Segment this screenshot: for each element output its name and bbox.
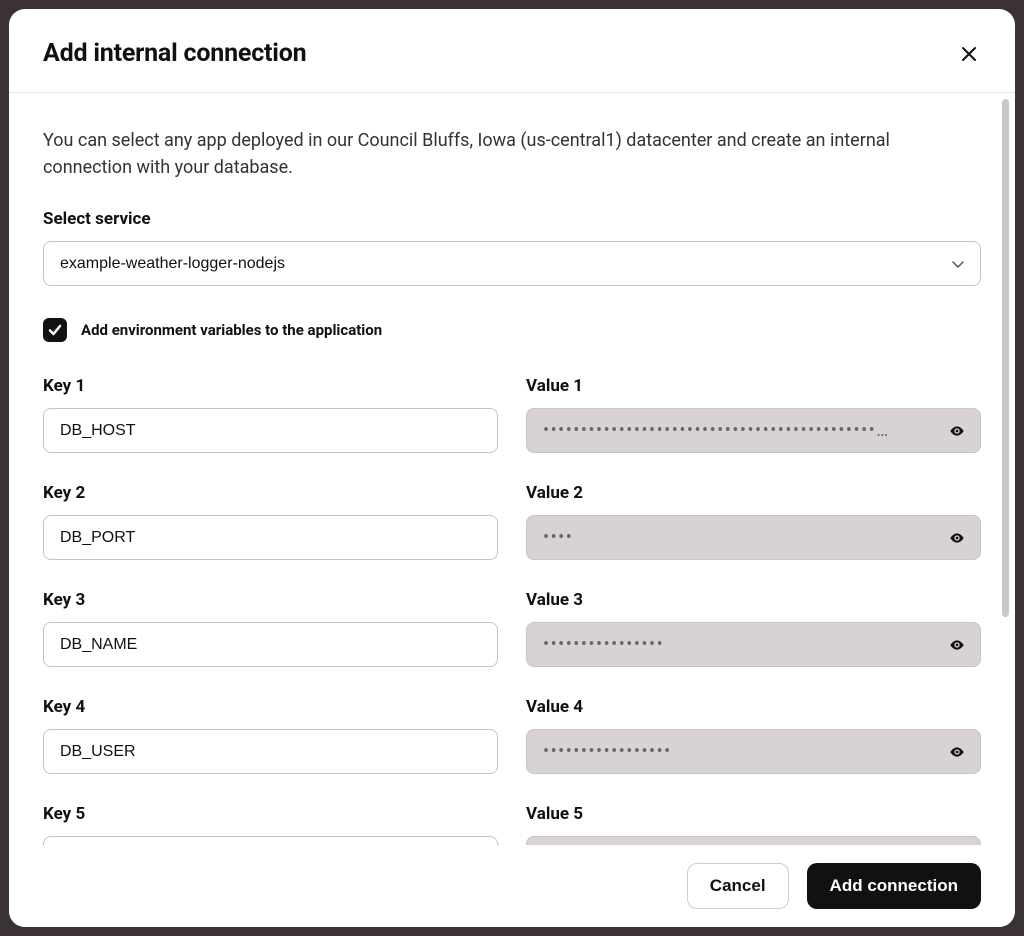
env-var-value-input[interactable] [526, 836, 981, 845]
env-var-key-label: Key 1 [43, 376, 498, 396]
env-var-key-label: Key 3 [43, 590, 498, 610]
scrollbar-track[interactable] [1002, 99, 1009, 839]
select-service-label: Select service [43, 209, 981, 229]
env-var-value-cell: Value 4 [526, 697, 981, 774]
scrollbar-thumb[interactable] [1002, 99, 1009, 617]
env-var-value-input[interactable] [526, 622, 981, 667]
env-var-key-cell: Key 4 [43, 697, 498, 774]
env-var-key-label: Key 4 [43, 697, 498, 717]
env-vars-grid: Key 1 Value 1 Key 2 Value 2 Key 3 Value 3 Key … [43, 376, 981, 845]
env-var-value-input[interactable] [526, 408, 981, 453]
env-var-value-label: Value 1 [526, 376, 981, 396]
env-var-value-wrap [526, 836, 981, 845]
env-var-value-cell: Value 5 [526, 804, 981, 845]
select-service-wrap: example-weather-logger-nodejs [43, 241, 981, 286]
env-var-value-input[interactable] [526, 515, 981, 560]
env-var-key-cell: Key 2 [43, 483, 498, 560]
close-button[interactable] [957, 42, 981, 66]
env-var-value-label: Value 3 [526, 590, 981, 610]
env-vars-checkbox-label[interactable]: Add environment variables to the applica… [81, 321, 382, 339]
cancel-button[interactable]: Cancel [687, 863, 789, 909]
reveal-value-button[interactable] [945, 740, 969, 764]
env-var-value-label: Value 2 [526, 483, 981, 503]
env-var-value-wrap [526, 515, 981, 560]
eye-icon [949, 423, 965, 439]
eye-icon [949, 637, 965, 653]
env-var-key-input[interactable] [43, 836, 498, 845]
add-connection-button[interactable]: Add connection [807, 863, 981, 909]
env-var-value-wrap [526, 408, 981, 453]
env-var-key-input[interactable] [43, 622, 498, 667]
env-var-key-label: Key 2 [43, 483, 498, 503]
close-icon [961, 46, 977, 62]
modal-header: Add internal connection [9, 9, 1015, 93]
env-var-value-cell: Value 2 [526, 483, 981, 560]
modal-body: You can select any app deployed in our C… [9, 93, 997, 845]
reveal-value-button[interactable] [945, 526, 969, 550]
env-var-value-wrap [526, 622, 981, 667]
env-var-value-cell: Value 3 [526, 590, 981, 667]
env-var-value-input[interactable] [526, 729, 981, 774]
env-vars-checkbox[interactable] [43, 318, 67, 342]
env-var-key-cell: Key 1 [43, 376, 498, 453]
env-var-key-input[interactable] [43, 729, 498, 774]
add-internal-connection-modal: Add internal connection You can select a… [9, 9, 1015, 927]
env-var-key-input[interactable] [43, 408, 498, 453]
env-var-key-cell: Key 3 [43, 590, 498, 667]
env-var-key-label: Key 5 [43, 804, 498, 824]
reveal-value-button[interactable] [945, 419, 969, 443]
env-var-key-input[interactable] [43, 515, 498, 560]
env-var-value-label: Value 5 [526, 804, 981, 824]
reveal-value-button[interactable] [945, 633, 969, 657]
env-var-key-cell: Key 5 [43, 804, 498, 845]
env-var-value-label: Value 4 [526, 697, 981, 717]
check-icon [48, 323, 62, 337]
env-var-value-wrap [526, 729, 981, 774]
modal-footer: Cancel Add connection [9, 845, 1015, 927]
modal-description: You can select any app deployed in our C… [43, 127, 963, 181]
env-vars-checkbox-row: Add environment variables to the applica… [43, 318, 981, 342]
select-service-dropdown[interactable]: example-weather-logger-nodejs [43, 241, 981, 286]
eye-icon [949, 530, 965, 546]
eye-icon [949, 744, 965, 760]
modal-scroll-area: You can select any app deployed in our C… [9, 93, 1015, 845]
env-var-value-cell: Value 1 [526, 376, 981, 453]
modal-title: Add internal connection [43, 39, 306, 68]
